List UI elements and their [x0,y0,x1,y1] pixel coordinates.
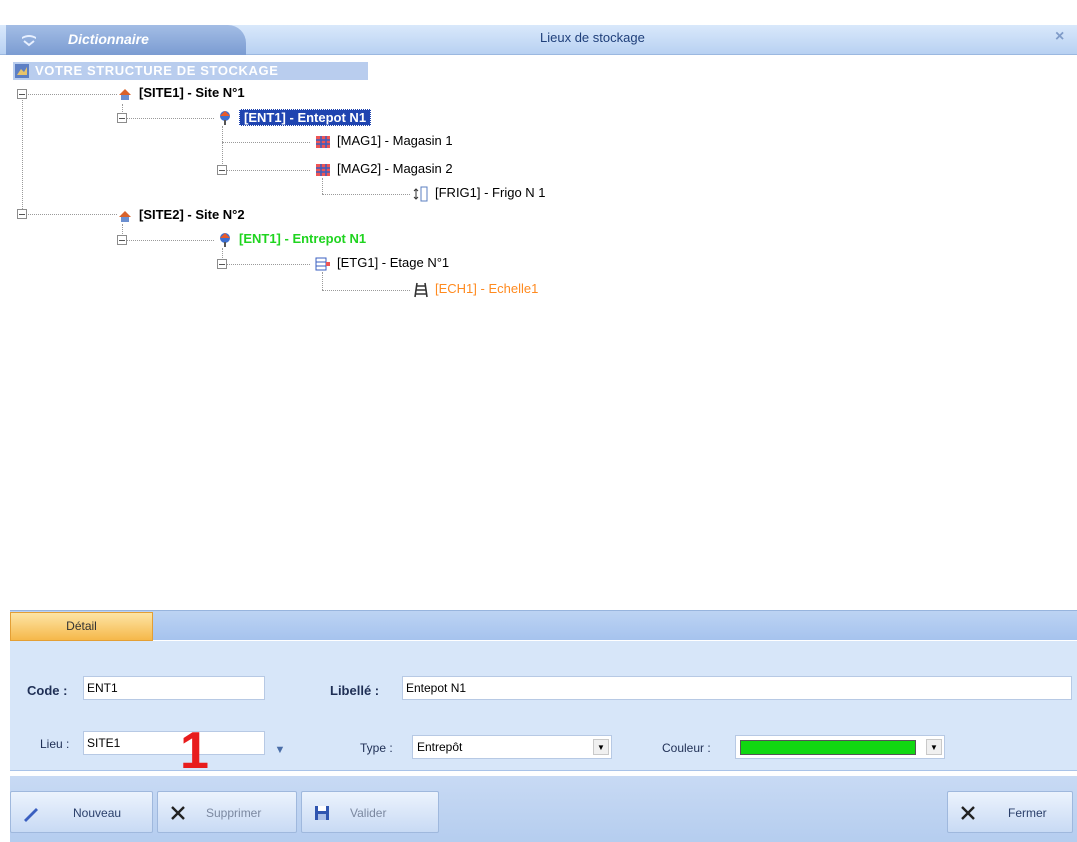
chevron-down-icon[interactable]: ▼ [926,739,942,755]
store-icon [316,164,330,176]
nouveau-button-label: Nouveau [73,806,122,820]
tree-node-label: [SITE1] - Site N°1 [139,85,245,100]
code-label: Code : [27,683,68,698]
ladder-icon [414,282,428,298]
tree-node-label: [ENT1] - Entrepot N1 [239,231,367,246]
chevron-down-icon[interactable]: ▼ [593,739,609,755]
collapse-icon[interactable] [117,235,127,245]
couleur-label: Couleur : [662,741,711,755]
tree-node-label: [ENT1] - Entepot N1 [239,109,372,126]
collapse-icon[interactable] [217,259,227,269]
structure-icon [15,64,29,78]
collapse-icon[interactable] [117,113,127,123]
tree-node-label: [MAG1] - Magasin 1 [337,133,453,148]
fridge-icon [413,186,428,202]
fermer-button-label: Fermer [1008,806,1047,820]
tree-root[interactable]: VOTRE STRUCTURE DE STOCKAGE [13,62,368,80]
code-field[interactable] [83,676,265,700]
floor-icon [315,257,330,271]
site-icon [119,211,131,222]
collapse-icon[interactable] [17,209,27,219]
tree-root-label: VOTRE STRUCTURE DE STOCKAGE [35,63,279,78]
libelle-field[interactable] [402,676,1072,700]
tree-node-label: [MAG2] - Magasin 2 [337,161,453,176]
couleur-select[interactable]: ▼ [735,735,945,759]
dictionary-tab-label: Dictionnaire [68,31,149,47]
nouveau-button[interactable]: Nouveau [10,791,153,833]
lieu-field[interactable] [83,731,265,755]
delete-icon [171,806,185,820]
close-icon[interactable]: × [1055,28,1064,46]
pencil-icon [24,808,38,822]
supprimer-button-label: Supprimer [206,806,262,820]
close-icon [961,806,975,820]
type-select[interactable]: Entrepôt ▼ [412,735,612,759]
valider-button[interactable]: Valider [301,791,439,833]
dictionary-icon [22,35,36,47]
lieu-label: Lieu : [40,737,70,751]
fermer-button[interactable]: Fermer [947,791,1073,833]
supprimer-button[interactable]: Supprimer [157,791,297,833]
collapse-icon[interactable] [217,165,227,175]
dictionary-tab[interactable]: Dictionnaire [6,25,246,55]
tab-detail[interactable]: Détail [10,612,153,641]
tree-node-label: [SITE2] - Site N°2 [139,207,245,222]
title-bar: Dictionnaire Lieux de stockage × [0,10,1077,60]
valider-button-label: Valider [350,806,387,820]
type-label: Type : [360,741,393,755]
tree-node-label: [FRIG1] - Frigo N 1 [435,185,546,200]
libelle-label: Libellé : [330,683,380,698]
color-swatch [740,740,916,755]
collapse-icon[interactable] [17,89,27,99]
warehouse-icon [220,233,230,247]
save-icon [315,806,329,820]
annotation-marker: 1 [180,722,209,780]
tree-node-label: [ETG1] - Etage N°1 [337,255,450,270]
detail-tab-bar: Détail [10,610,1077,641]
window-title: Lieux de stockage [540,30,645,45]
site-icon [119,89,131,100]
lieu-dropdown-icon[interactable]: ▼ [270,740,290,760]
store-icon [316,136,330,148]
warehouse-icon [220,111,230,125]
tree-node-label: [ECH1] - Echelle1 [435,281,539,296]
storage-tree[interactable]: VOTRE STRUCTURE DE STOCKAGE [SITE1] - Si… [10,60,1077,608]
type-value: Entrepôt [417,740,463,754]
